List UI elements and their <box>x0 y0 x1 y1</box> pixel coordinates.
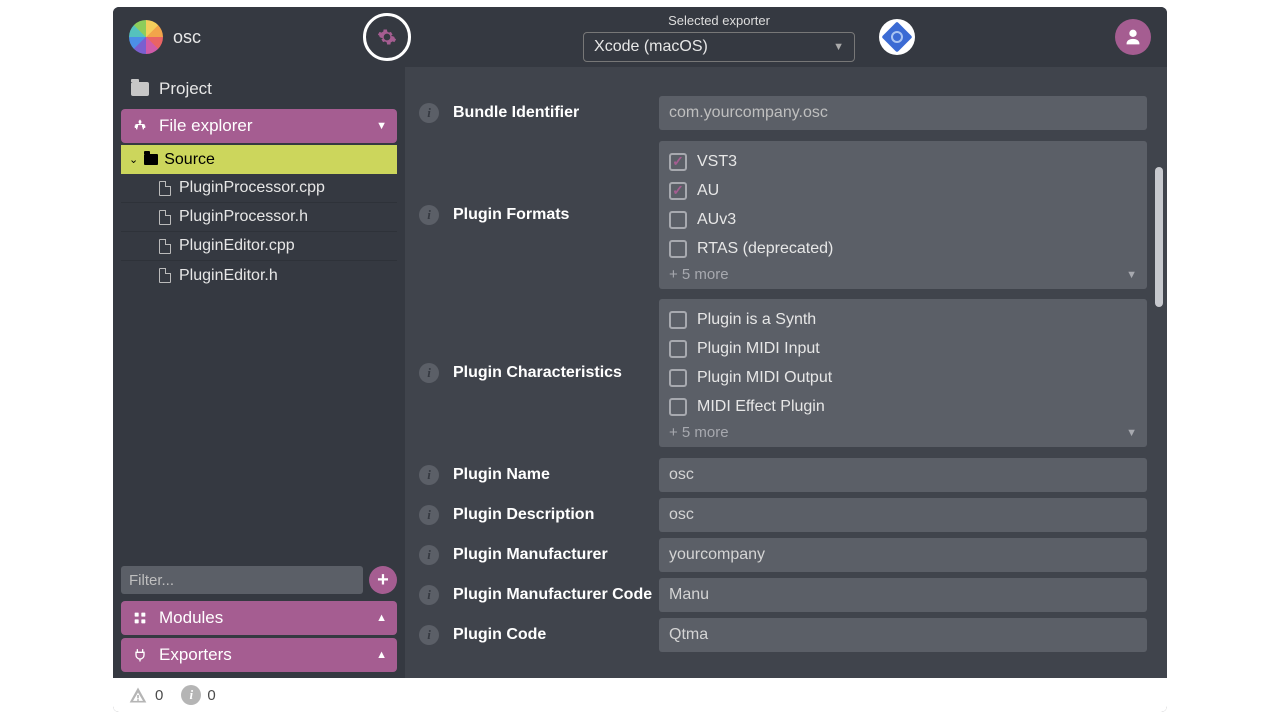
chevron-down-icon: ⌄ <box>129 153 138 166</box>
gear-icon <box>377 27 397 47</box>
checkbox-row[interactable]: VST3 <box>669 147 1137 176</box>
plus-icon: + <box>377 569 389 592</box>
plugin-formats-label: Plugin Formats <box>439 206 659 224</box>
checkbox-icon <box>669 369 687 387</box>
checkbox-row[interactable]: AU <box>669 176 1137 205</box>
add-button[interactable]: + <box>369 566 397 594</box>
checkbox-icon <box>669 211 687 229</box>
plugin-characteristics-label: Plugin Characteristics <box>439 364 659 382</box>
export-ide-button[interactable] <box>879 19 915 55</box>
file-icon <box>159 181 171 196</box>
main-panel: i Bundle Identifier i Plugin Formats VST… <box>405 67 1167 678</box>
plugin-manufacturer-label: Plugin Manufacturer <box>439 546 659 564</box>
info-icon[interactable]: i <box>419 363 439 383</box>
status-bar: 0 i 0 <box>113 678 1167 712</box>
chevron-down-icon: ▼ <box>833 41 844 53</box>
plug-icon <box>131 647 149 663</box>
warning-count: 0 <box>155 687 163 704</box>
checkbox-icon <box>669 182 687 200</box>
file-tree: ⌄ Source PluginProcessor.cpp PluginProce… <box>121 145 397 290</box>
file-icon <box>159 210 171 225</box>
expand-more[interactable]: + 5 more ▼ <box>669 263 1137 285</box>
chevron-up-icon: ▲ <box>376 649 387 661</box>
project-name: osc <box>173 27 201 48</box>
info-icon[interactable]: i <box>419 625 439 645</box>
file-explorer-section[interactable]: File explorer ▼ <box>121 109 397 143</box>
tree-icon <box>131 118 149 134</box>
exporter-label: Selected exporter <box>668 13 770 28</box>
exporter-block: Selected exporter Xcode (macOS) ▼ <box>583 13 855 62</box>
plugin-formats-group: VST3 AU AUv3 RTAS (deprecated) + 5 more … <box>659 141 1147 289</box>
file-icon <box>159 268 171 283</box>
checkbox-icon <box>669 153 687 171</box>
file-explorer-label: File explorer <box>159 116 366 136</box>
plugin-name-label: Plugin Name <box>439 466 659 484</box>
expand-more[interactable]: + 5 more ▼ <box>669 421 1137 443</box>
tree-file[interactable]: PluginEditor.cpp <box>121 232 397 261</box>
file-icon <box>159 239 171 254</box>
warning-icon[interactable] <box>127 685 149 705</box>
scrollbar[interactable] <box>1155 167 1163 307</box>
chevron-down-icon: ▼ <box>376 120 387 132</box>
plugin-code-input[interactable] <box>659 618 1147 652</box>
checkbox-row[interactable]: Plugin is a Synth <box>669 305 1137 334</box>
checkbox-row[interactable]: AUv3 <box>669 205 1137 234</box>
plugin-description-input[interactable] <box>659 498 1147 532</box>
exporter-value: Xcode (macOS) <box>594 38 708 56</box>
filter-input[interactable] <box>121 566 363 594</box>
plugin-characteristics-group: Plugin is a Synth Plugin MIDI Input Plug… <box>659 299 1147 447</box>
plugin-manufacturer-code-input[interactable] <box>659 578 1147 612</box>
app-logo-icon <box>129 20 163 54</box>
plugin-code-label: Plugin Code <box>439 626 659 644</box>
exporters-label: Exporters <box>159 645 366 665</box>
checkbox-icon <box>669 311 687 329</box>
plugin-name-input[interactable] <box>659 458 1147 492</box>
settings-button[interactable] <box>363 13 411 61</box>
checkbox-icon <box>669 240 687 258</box>
info-icon[interactable]: i <box>419 505 439 525</box>
plugin-manufacturer-code-label: Plugin Manufacturer Code <box>439 586 659 604</box>
modules-section[interactable]: Modules ▲ <box>121 601 397 635</box>
info-icon[interactable]: i <box>419 585 439 605</box>
checkbox-row[interactable]: Plugin MIDI Input <box>669 334 1137 363</box>
header: osc Selected exporter Xcode (macOS) ▼ <box>113 7 1167 67</box>
tree-folder-source[interactable]: ⌄ Source <box>121 145 397 174</box>
folder-icon <box>144 154 158 165</box>
exporters-section[interactable]: Exporters ▲ <box>121 638 397 672</box>
tree-file[interactable]: PluginEditor.h <box>121 261 397 290</box>
project-logo-group: osc <box>129 20 201 54</box>
chevron-up-icon: ▲ <box>376 612 387 624</box>
project-label: Project <box>159 79 212 99</box>
bundle-id-input[interactable] <box>659 96 1147 130</box>
info-icon[interactable]: i <box>419 545 439 565</box>
source-label: Source <box>164 151 215 169</box>
xcode-icon <box>881 21 912 52</box>
tree-file[interactable]: PluginProcessor.cpp <box>121 174 397 203</box>
checkbox-icon <box>669 340 687 358</box>
user-icon <box>1122 26 1144 48</box>
chevron-down-icon: ▼ <box>1126 269 1137 281</box>
info-icon[interactable]: i <box>419 465 439 485</box>
plugin-manufacturer-input[interactable] <box>659 538 1147 572</box>
plugin-description-label: Plugin Description <box>439 506 659 524</box>
info-count: 0 <box>207 687 215 704</box>
account-button[interactable] <box>1115 19 1151 55</box>
exporter-select[interactable]: Xcode (macOS) ▼ <box>583 32 855 62</box>
bundle-id-label: Bundle Identifier <box>439 104 659 122</box>
info-icon[interactable]: i <box>181 685 201 705</box>
modules-icon <box>131 610 149 626</box>
chevron-down-icon: ▼ <box>1126 427 1137 439</box>
modules-label: Modules <box>159 608 366 628</box>
info-icon[interactable]: i <box>419 205 439 225</box>
checkbox-row[interactable]: MIDI Effect Plugin <box>669 392 1137 421</box>
checkbox-icon <box>669 398 687 416</box>
sidebar: Project File explorer ▼ ⌄ Source Plu <box>113 67 405 678</box>
folder-icon <box>131 82 149 96</box>
checkbox-row[interactable]: Plugin MIDI Output <box>669 363 1137 392</box>
tree-file[interactable]: PluginProcessor.h <box>121 203 397 232</box>
checkbox-row[interactable]: RTAS (deprecated) <box>669 234 1137 263</box>
sidebar-item-project[interactable]: Project <box>121 72 397 106</box>
info-icon[interactable]: i <box>419 103 439 123</box>
